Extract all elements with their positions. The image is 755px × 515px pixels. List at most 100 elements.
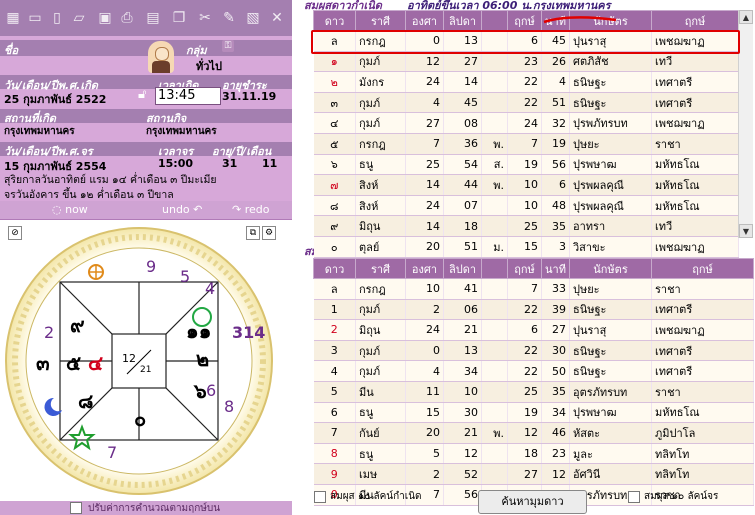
transit-col-header[interactable]: นักษัตร (569, 258, 652, 279)
natal-cell: ส. (481, 154, 508, 176)
transit-table-row[interactable]: 6 ธนู 15 30 19 34 ปุรพษาฒ มหัทธโณ (313, 402, 754, 424)
transit-col-header[interactable]: ฤกษ์ (507, 258, 542, 279)
transit-cell: กรกฎ (355, 278, 406, 300)
natal-table-row[interactable]: ๗สิงห์ 14 44 พ. 10 6 ปุรพผลคุณี มหัทธโณ (313, 174, 739, 196)
transit-col-header[interactable]: ราศี (355, 258, 406, 279)
transit-table-row[interactable]: 9 เมษ 2 52 27 12 อัศวินี ทลิทโท (313, 463, 754, 485)
outer-number-5: 5 (180, 267, 190, 286)
transit-cell: กุมภ์ (355, 360, 406, 382)
natal-col-header[interactable]: ฤกษ์ (651, 10, 739, 31)
natal-col-header[interactable]: ฤกษ์ (507, 10, 542, 31)
toolbar-copy-icon[interactable]: ❐ (170, 8, 188, 28)
natal-cell: 6 (541, 174, 570, 196)
natal-cell: 14 (405, 174, 444, 196)
toolbar-grid-icon[interactable]: ▦ (4, 8, 22, 28)
house-glyph-c: ๒ (196, 347, 209, 371)
transit-col-header[interactable]: ดาว (313, 258, 356, 279)
transit-col-header[interactable]: นาที (541, 258, 570, 279)
toolbar-new-icon[interactable]: ▯ (48, 8, 66, 28)
toolbar-close-icon[interactable]: ✕ (268, 8, 286, 28)
natal-col-header[interactable]: ราศี (355, 10, 406, 31)
natal-cell: 10 (507, 174, 542, 196)
now-button[interactable]: ◌ now (52, 203, 88, 216)
outer-number-9: 9 (146, 257, 156, 276)
natal-col-header[interactable] (481, 10, 508, 31)
natal-col-header[interactable]: ดาว (313, 10, 356, 31)
transit-cell: 15 (405, 402, 444, 424)
natal-table-row[interactable]: ๐ตุลย์ 20 51 ม. 15 3 วิสาขะ เพชฌฆาฏ (313, 236, 739, 258)
transit-cell: 25 (507, 381, 542, 403)
transit-table-row[interactable]: 4 กุมภ์ 4 34 22 50 ธนิษฐะ เทศาตรี (313, 360, 754, 382)
transit-cell: 22 (507, 340, 542, 362)
transit-cell: ภูมิปาโล (651, 422, 754, 444)
natal-check-label: สมผุส ๑๐ ลัคน์กำเนิด (330, 491, 422, 502)
toolbar-folder-icon[interactable]: ▭ (26, 8, 44, 28)
transit-cell: 9 (313, 463, 356, 485)
natal-col-header[interactable]: องศา (405, 10, 444, 31)
transit-table-row[interactable]: 8 ธนู 5 12 18 23 มูละ ทลิทโท (313, 443, 754, 465)
toolbar-print-icon[interactable]: ⎙ (118, 8, 136, 28)
transit-col-header[interactable]: องศา (405, 258, 444, 279)
birth-date[interactable]: 25 กุมภาพันธ์ 2522 (4, 90, 106, 108)
natal-cell: 32 (541, 112, 570, 134)
birth-time-input[interactable]: 13:45 (155, 87, 221, 105)
unlock-icon[interactable]: 🔓︎ (138, 87, 146, 102)
transit-table-row[interactable]: 7 กันย์ 20 21 พ. 12 46 หัสตะ ภูมิปาโล (313, 422, 754, 444)
natal-table-row[interactable]: ๓กุมภ์ 4 45 22 51 ธนิษฐะ เทศาตรี (313, 92, 739, 114)
natal-table-row[interactable]: ๕กรกฎ 7 36 พ. 7 19 ปุษยะ ราชา (313, 133, 739, 155)
transit-cell: 22 (507, 360, 542, 382)
toolbar-preview-icon[interactable]: ▤ (144, 8, 162, 28)
natal-table-row[interactable]: ๖ธนู 25 54 ส. 19 56 ปุรพษาฒ มหัทธโณ (313, 154, 739, 176)
house-glyph-a: ๙ (70, 313, 85, 337)
natal-table-row[interactable]: ๙มิถุน 14 18 25 35 อาทรา เทวี (313, 215, 739, 237)
transit-cell: อุตรภัทรบท (569, 381, 652, 403)
natal-check[interactable] (314, 491, 326, 503)
transit-table-row[interactable]: 1 กุมภ์ 2 06 22 39 ธนิษฐะ เทศาตรี (313, 299, 754, 321)
birthplace[interactable]: กรุงเทพมหานคร (4, 124, 75, 139)
toolbar-open-icon[interactable]: ▱ (70, 8, 88, 28)
natal-cell (481, 51, 508, 73)
transit-cell: ราชา (651, 278, 754, 300)
group-lock-icon[interactable]: ⚿ (222, 40, 234, 52)
transit-col-header[interactable] (481, 258, 508, 279)
transit-cell: 41 (443, 278, 482, 300)
transit-table-row[interactable]: 2 มิถุน 24 21 6 27 ปุนราสุ เพชฌฆาฏ (313, 319, 754, 341)
transit-col-header[interactable]: ฤกษ์ (651, 258, 754, 279)
natal-table-row[interactable]: ๒มังกร 24 14 22 4 ธนิษฐะ เทศาตรี (313, 71, 739, 93)
transit-table-row[interactable]: ลกรกฎ 10 41 7 33 ปุษยะ ราชา (313, 278, 754, 300)
redo-button[interactable]: ↷ redo (232, 203, 269, 216)
transit-table-row[interactable]: 5 มีน 11 10 25 35 อุตรภัทรบท ราชา (313, 381, 754, 403)
natal-cell: กุมภ์ (355, 112, 406, 134)
toolbar-edit-icon[interactable]: ✎ (220, 8, 238, 28)
natal-table-row[interactable]: ๘สิงห์ 24 07 10 48 ปุรพผลคุณี มหัทธโณ (313, 195, 739, 217)
natal-table-row[interactable]: ๑กุมภ์ 12 27 23 26 ศตภิสัช เทวี (313, 51, 739, 73)
natal-cell: กรกฎ (355, 133, 406, 155)
natal-col-header[interactable]: ลิปดา (443, 10, 482, 31)
red-underline-annotation (543, 16, 617, 24)
center-top: 12 (122, 352, 136, 365)
toolbar-save-icon[interactable]: ▣ (96, 8, 114, 28)
transit-col-header[interactable]: ลิปดา (443, 258, 482, 279)
undo-button[interactable]: undo ↶ (162, 203, 202, 216)
toolbar-cut-icon[interactable]: ✂ (196, 8, 214, 28)
transit-cell: 10 (405, 278, 444, 300)
transit-cell: 06 (443, 299, 482, 321)
natal-cell: อาทรา (569, 215, 652, 237)
scroll-up-icon[interactable]: ▲ (739, 10, 753, 24)
scroll-down-icon[interactable]: ▼ (739, 224, 753, 238)
find-angle-button[interactable]: ค้นหามุมดาว (478, 490, 587, 514)
natal-cell: 25 (405, 154, 444, 176)
natal-scrollbar[interactable]: ▲ ▼ (738, 10, 753, 238)
current-time[interactable]: 15:00 (158, 157, 193, 170)
transit-cell: 2 (405, 299, 444, 321)
workplace[interactable]: กรุงเทพมหานคร (146, 124, 217, 139)
transit-cell: 33 (541, 278, 570, 300)
natal-table-row[interactable]: ๔กุมภ์ 27 08 24 32 ปุรพภัทรบท เพชฌฆาฏ (313, 112, 739, 134)
transit-check[interactable] (628, 491, 640, 503)
transit-table-row[interactable]: 3 กุมภ์ 0 13 22 30 ธนิษฐะ เทศาตรี (313, 340, 754, 362)
adjust-checkbox[interactable] (70, 502, 82, 514)
outer-number-6: 6 (206, 381, 216, 400)
name-label: ชื่อ (4, 44, 19, 57)
transit-cell: เทศาตรี (651, 340, 754, 362)
toolbar-delete-icon[interactable]: ▧ (244, 8, 262, 28)
